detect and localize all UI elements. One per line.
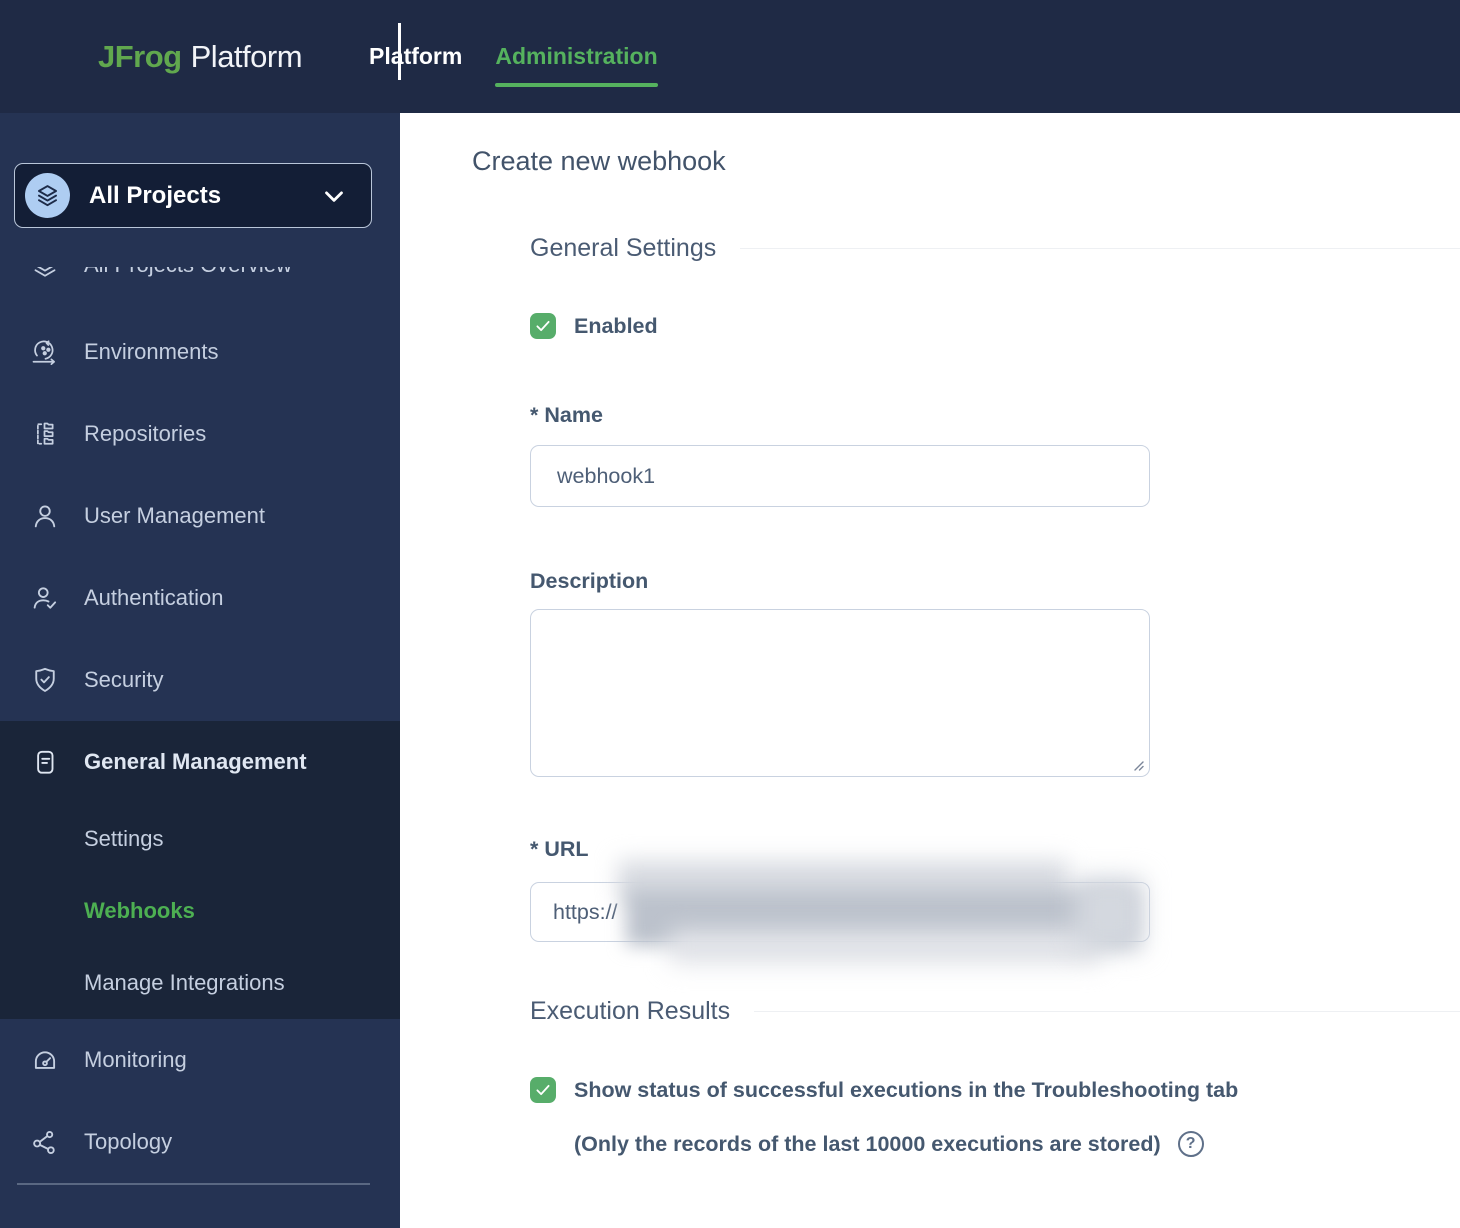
topology-icon xyxy=(30,1127,60,1157)
all-projects-avatar xyxy=(25,173,70,218)
sidebar-item-label: General Management xyxy=(84,749,307,775)
sidebar-item-label: User Management xyxy=(84,503,265,529)
records-note: (Only the records of the last 10000 exec… xyxy=(574,1132,1161,1157)
sidebar-item-monitoring[interactable]: Monitoring xyxy=(0,1019,400,1101)
show-status-row: Show status of successful executions in … xyxy=(530,1077,1460,1103)
project-selector[interactable]: All Projects xyxy=(14,163,372,228)
nav-scroll-clip: All Projects Overview xyxy=(0,267,400,311)
app-header: JFrog Platform Platform Administration xyxy=(0,0,1460,113)
sidebar-divider xyxy=(17,1183,370,1185)
sidebar-subitem-label: Settings xyxy=(84,826,164,852)
description-field xyxy=(530,609,1150,777)
enabled-row: Enabled xyxy=(530,313,1460,339)
checkmark-icon xyxy=(534,317,552,335)
tab-administration[interactable]: Administration xyxy=(495,0,657,113)
general-settings-section-head: General Settings xyxy=(530,232,1460,264)
project-selector-label: All Projects xyxy=(89,182,221,210)
url-label: * URL xyxy=(530,836,1460,862)
sidebar-item-authentication[interactable]: Authentication xyxy=(0,557,400,639)
page-title: Create new webhook xyxy=(472,143,1460,179)
gauge-icon xyxy=(30,1045,60,1075)
sidebar-item-label: Topology xyxy=(84,1129,172,1155)
description-label: Description xyxy=(530,568,1460,594)
enabled-label: Enabled xyxy=(574,314,658,339)
jfrog-platform-app: JFrog Platform Platform Administration A… xyxy=(0,0,1460,1228)
chevron-down-icon xyxy=(319,181,349,211)
sidebar-item-repositories[interactable]: Repositories xyxy=(0,393,400,475)
sidebar-item-label: Repositories xyxy=(84,421,206,447)
layers-icon xyxy=(34,182,61,209)
logo-product-text: Platform xyxy=(191,39,302,75)
name-input[interactable] xyxy=(530,445,1150,507)
user-icon xyxy=(30,501,60,531)
main-content: Create new webhook General Settings Enab… xyxy=(400,113,1460,1228)
sidebar-subitem-webhooks[interactable]: Webhooks xyxy=(0,875,400,947)
sidebar-item-all-projects-overview[interactable]: All Projects Overview xyxy=(0,267,400,289)
general-management-section: General Management Settings Webhooks Man… xyxy=(0,721,400,1019)
enabled-checkbox[interactable] xyxy=(530,313,556,339)
description-textarea[interactable] xyxy=(530,609,1150,777)
header-tabs: Platform Administration xyxy=(369,0,658,113)
execution-results-title: Execution Results xyxy=(530,995,730,1027)
sidebar-subitem-settings[interactable]: Settings xyxy=(0,803,400,875)
document-icon xyxy=(30,747,60,777)
environments-icon xyxy=(30,337,60,367)
user-check-icon xyxy=(30,583,60,613)
sidebar-item-label: Security xyxy=(84,667,163,693)
help-icon[interactable]: ? xyxy=(1178,1131,1204,1157)
sidebar-subitem-label: Webhooks xyxy=(84,898,195,924)
tab-platform[interactable]: Platform xyxy=(369,0,462,113)
sidebar-subitem-manage-integrations[interactable]: Manage Integrations xyxy=(0,947,400,1019)
show-status-checkbox[interactable] xyxy=(530,1077,556,1103)
general-settings-title: General Settings xyxy=(530,232,716,264)
name-label: * Name xyxy=(530,402,1460,428)
checkmark-icon xyxy=(534,1081,552,1099)
sidebar-item-label: Environments xyxy=(84,339,219,365)
section-rule xyxy=(740,248,1460,249)
sidebar-item-label: All Projects Overview xyxy=(84,267,292,278)
section-rule xyxy=(754,1011,1460,1012)
shield-check-icon xyxy=(30,665,60,695)
layers-icon xyxy=(30,267,60,280)
sidebar-item-environments[interactable]: Environments xyxy=(0,311,400,393)
resize-handle-icon[interactable] xyxy=(1131,758,1145,772)
url-input[interactable] xyxy=(530,882,1150,942)
repositories-icon xyxy=(30,419,60,449)
show-status-label: Show status of successful executions in … xyxy=(574,1078,1238,1103)
execution-results-section-head: Execution Results xyxy=(530,995,1460,1027)
records-note-row: (Only the records of the last 10000 exec… xyxy=(574,1131,1460,1157)
sidebar-item-user-management[interactable]: User Management xyxy=(0,475,400,557)
sidebar-item-security[interactable]: Security xyxy=(0,639,400,721)
jfrog-logo[interactable]: JFrog Platform xyxy=(98,39,302,75)
sidebar-item-label: Authentication xyxy=(84,585,223,611)
url-field xyxy=(530,882,1150,942)
webhook-form: General Settings Enabled * Name Descript… xyxy=(530,232,1460,1157)
logo-brand-text: JFrog xyxy=(98,39,182,75)
admin-sidebar: All Projects All Projects Overview xyxy=(0,113,400,1228)
sidebar-item-label: Monitoring xyxy=(84,1047,187,1073)
sidebar-subitem-label: Manage Integrations xyxy=(84,970,285,996)
sidebar-item-topology[interactable]: Topology xyxy=(0,1101,400,1183)
sidebar-item-general-management[interactable]: General Management xyxy=(0,721,400,803)
